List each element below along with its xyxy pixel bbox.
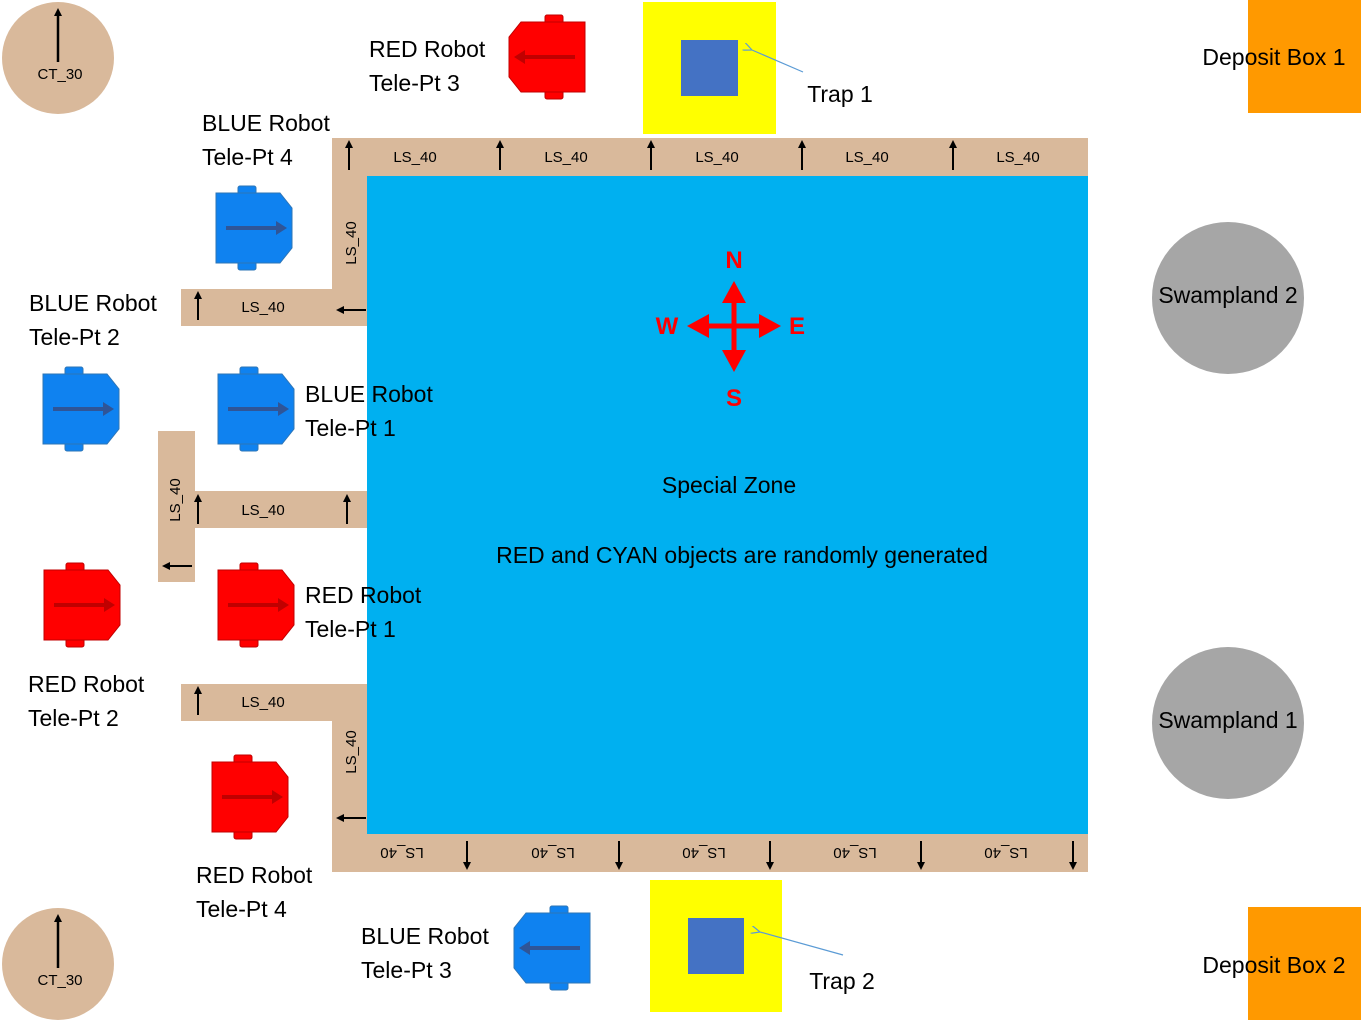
- red-robot-tp3: [508, 14, 586, 100]
- red-robot-tp4: [211, 754, 289, 840]
- track-label: LS_40: [984, 844, 1027, 861]
- compass-east: E: [789, 313, 805, 340]
- track-label: LS_40: [343, 730, 360, 773]
- track-label: LS_40: [531, 844, 574, 861]
- special-zone: [367, 176, 1088, 834]
- swampland-2-label: Swampland 2: [1158, 282, 1297, 308]
- track-label: LS_40: [996, 149, 1039, 166]
- red-robot-tp3-label: RED Robot Tele-Pt 3: [369, 36, 486, 96]
- swampland-1-label: Swampland 1: [1158, 707, 1297, 733]
- blue-robot-tp4: [215, 185, 293, 271]
- track-label: LS_40: [393, 149, 436, 166]
- red-robot-tp2: [43, 562, 121, 648]
- special-zone-title: Special Zone: [662, 472, 796, 498]
- trap-2-label: Trap 2: [809, 968, 875, 994]
- track-label: LS_40: [343, 221, 360, 264]
- red-robot-tp1-label: RED Robot Tele-Pt 1: [305, 582, 422, 642]
- track-label: LS_40: [167, 478, 184, 521]
- blue-robot-tp3-label: BLUE Robot Tele-Pt 3: [361, 923, 489, 983]
- checkpoint-bottom-label: CT_30: [37, 972, 82, 989]
- track-label: LS_40: [682, 844, 725, 861]
- blue-robot-tp4-label: BLUE Robot Tele-Pt 4: [202, 110, 330, 170]
- blue-robot-tp1-label: BLUE Robot Tele-Pt 1: [305, 381, 433, 441]
- compass-north: N: [725, 247, 742, 274]
- red-robot-tp2-label: RED Robot Tele-Pt 2: [28, 671, 145, 731]
- track-label: LS_40: [241, 694, 284, 711]
- red-robot-tp1: [217, 562, 295, 648]
- blue-robot-tp1: [217, 366, 295, 452]
- blue-robot-tp3: [513, 905, 591, 991]
- trap-1-label: Trap 1: [807, 81, 873, 107]
- deposit-box-1-label: Deposit Box 1: [1202, 44, 1345, 70]
- checkpoint-top-label: CT_30: [37, 66, 82, 83]
- red-robot-tp4-label: RED Robot Tele-Pt 4: [196, 862, 313, 922]
- trap-1-inner: [681, 40, 738, 96]
- track-label: LS_40: [241, 299, 284, 316]
- track-label: LS_40: [380, 844, 423, 861]
- blue-robot-tp2: [42, 366, 120, 452]
- track-label: LS_40: [833, 844, 876, 861]
- track-label: LS_40: [845, 149, 888, 166]
- trap-2-inner: [688, 918, 744, 974]
- compass-west: W: [656, 313, 679, 340]
- blue-robot-tp2-label: BLUE Robot Tele-Pt 2: [29, 290, 157, 350]
- track-label: LS_40: [695, 149, 738, 166]
- track-label: LS_40: [241, 502, 284, 519]
- special-zone-note: RED and CYAN objects are randomly genera…: [496, 542, 988, 568]
- compass-south: S: [726, 385, 742, 412]
- deposit-box-2-label: Deposit Box 2: [1202, 952, 1345, 978]
- track-label: LS_40: [544, 149, 587, 166]
